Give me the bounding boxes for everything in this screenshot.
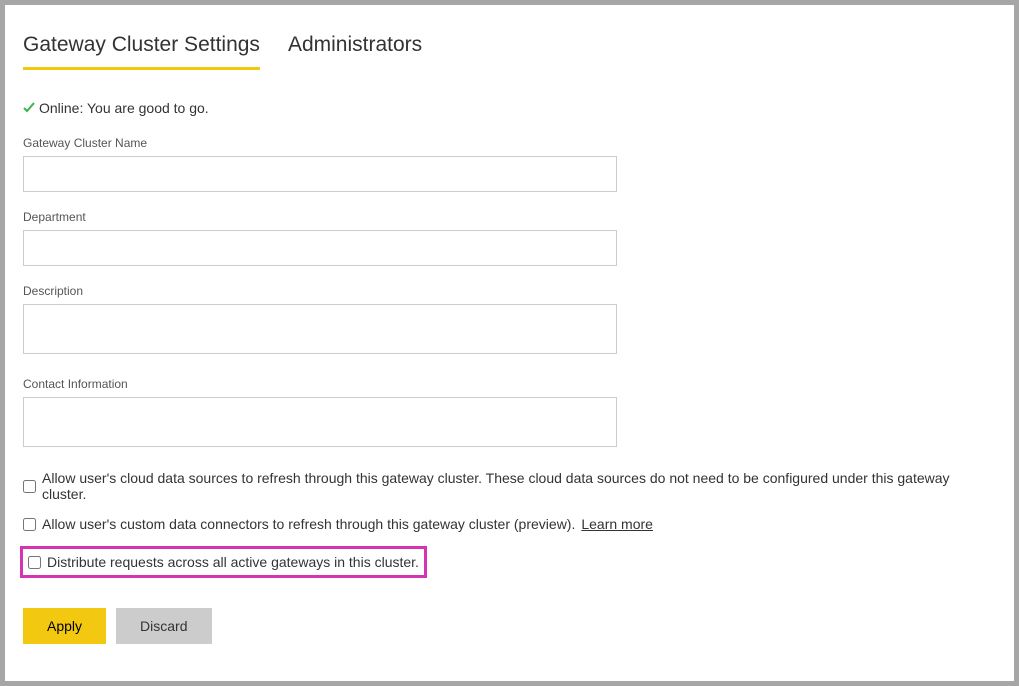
input-description[interactable] <box>23 304 617 354</box>
checkbox-row-custom-connectors: Allow user's custom data connectors to r… <box>23 516 996 532</box>
label-department: Department <box>23 210 996 224</box>
checkbox-label-custom-connectors: Allow user's custom data connectors to r… <box>42 516 575 532</box>
tab-bar: Gateway Cluster Settings Administrators <box>23 33 996 70</box>
input-contact-information[interactable] <box>23 397 617 447</box>
checkbox-distribute-requests[interactable] <box>28 556 41 569</box>
apply-button[interactable]: Apply <box>23 608 106 644</box>
input-gateway-cluster-name[interactable] <box>23 156 617 192</box>
field-contact-information: Contact Information <box>23 377 996 452</box>
tab-administrators[interactable]: Administrators <box>288 33 422 70</box>
label-gateway-cluster-name: Gateway Cluster Name <box>23 136 996 150</box>
status-row: Online: You are good to go. <box>23 100 996 116</box>
button-row: Apply Discard <box>23 608 996 644</box>
input-department[interactable] <box>23 230 617 266</box>
field-department: Department <box>23 210 996 266</box>
settings-panel: Gateway Cluster Settings Administrators … <box>5 5 1014 681</box>
checkbox-row-cloud-sources: Allow user's cloud data sources to refre… <box>23 470 996 502</box>
tab-gateway-cluster-settings[interactable]: Gateway Cluster Settings <box>23 33 260 70</box>
label-contact-information: Contact Information <box>23 377 996 391</box>
field-description: Description <box>23 284 996 359</box>
checkbox-label-distribute-requests: Distribute requests across all active ga… <box>47 554 419 570</box>
discard-button[interactable]: Discard <box>116 608 211 644</box>
checkbox-cloud-sources[interactable] <box>23 480 36 493</box>
learn-more-link[interactable]: Learn more <box>581 516 653 532</box>
check-icon <box>23 102 35 114</box>
field-gateway-cluster-name: Gateway Cluster Name <box>23 136 996 192</box>
label-description: Description <box>23 284 996 298</box>
checkbox-row-distribute-highlighted: Distribute requests across all active ga… <box>20 546 427 578</box>
status-text: Online: You are good to go. <box>39 100 209 116</box>
checkbox-custom-connectors[interactable] <box>23 518 36 531</box>
checkbox-label-cloud-sources: Allow user's cloud data sources to refre… <box>42 470 996 502</box>
